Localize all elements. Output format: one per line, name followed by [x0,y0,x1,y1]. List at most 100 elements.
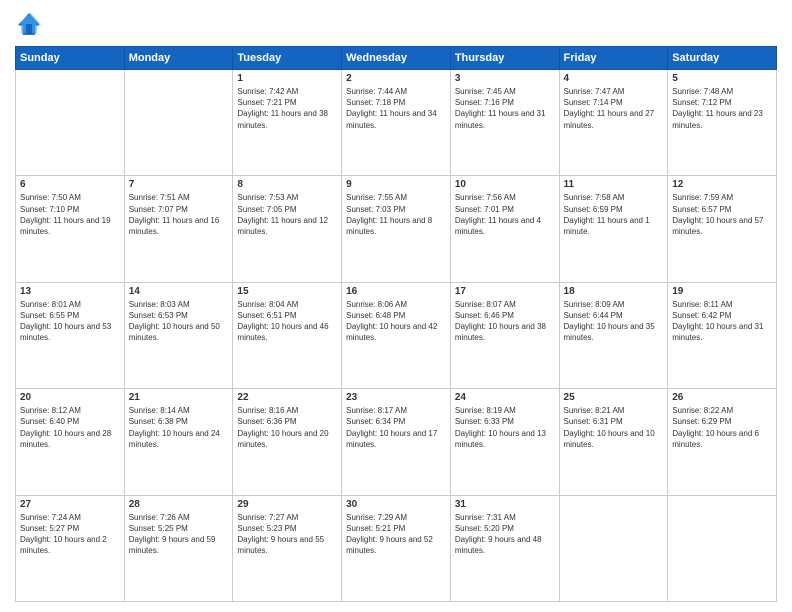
day-info: Sunrise: 7:29 AMSunset: 5:21 PMDaylight:… [346,512,446,557]
day-number: 13 [20,286,120,297]
day-info: Sunrise: 7:48 AMSunset: 7:12 PMDaylight:… [672,86,772,131]
day-number: 18 [564,286,664,297]
day-number: 30 [346,499,446,510]
logo [15,10,47,38]
weekday-header-monday: Monday [124,47,233,70]
day-info: Sunrise: 8:09 AMSunset: 6:44 PMDaylight:… [564,299,664,344]
day-info: Sunrise: 8:11 AMSunset: 6:42 PMDaylight:… [672,299,772,344]
day-info: Sunrise: 7:44 AMSunset: 7:18 PMDaylight:… [346,86,446,131]
day-info: Sunrise: 7:24 AMSunset: 5:27 PMDaylight:… [20,512,120,557]
day-info: Sunrise: 7:42 AMSunset: 7:21 PMDaylight:… [237,86,337,131]
day-cell-13: 13 Sunrise: 8:01 AMSunset: 6:55 PMDayligh… [16,282,125,388]
day-cell-3: 3Sunrise: 7:45 AMSunset: 7:16 PMDaylight… [450,70,559,176]
day-number: 9 [346,179,446,190]
day-number: 1 [237,73,337,84]
day-cell-8: 8 Sunrise: 7:53 AMSunset: 7:05 PMDaylight… [233,176,342,282]
weekday-header-wednesday: Wednesday [342,47,451,70]
day-number: 15 [237,286,337,297]
day-cell-4: 4 Sunrise: 7:47 AMSunset: 7:14 PMDaylight… [559,70,668,176]
day-number: 6 [20,179,120,190]
calendar-table: SundayMondayTuesdayWednesdayThursdayFrid… [15,46,777,602]
weekday-header-thursday: Thursday [450,47,559,70]
day-cell-21: 21Sunrise: 8:14 AMSunset: 6:38 PMDayligh… [124,389,233,495]
day-cell-20: 20Sunrise: 8:12 AMSunset: 6:40 PMDayligh… [16,389,125,495]
empty-cell [668,495,777,601]
day-info: Sunrise: 8:21 AMSunset: 6:31 PMDaylight:… [564,405,664,450]
day-info: Sunrise: 7:51 AMSunset: 7:07 PMDaylight:… [129,192,229,237]
day-number: 14 [129,286,229,297]
day-cell-7: 7Sunrise: 7:51 AMSunset: 7:07 PMDaylight… [124,176,233,282]
header [15,10,777,38]
day-cell-30: 30 Sunrise: 7:29 AMSunset: 5:21 PMDayligh… [342,495,451,601]
day-info: Sunrise: 8:01 AMSunset: 6:55 PMDaylight:… [20,299,120,344]
day-cell-25: 25 Sunrise: 8:21 AMSunset: 6:31 PMDayligh… [559,389,668,495]
day-info: Sunrise: 7:59 AMSunset: 6:57 PMDaylight:… [672,192,772,237]
day-info: Sunrise: 8:14 AMSunset: 6:38 PMDaylight:… [129,405,229,450]
day-cell-2: 2 Sunrise: 7:44 AMSunset: 7:18 PMDaylight… [342,70,451,176]
day-number: 22 [237,392,337,403]
day-info: Sunrise: 8:16 AMSunset: 6:36 PMDaylight:… [237,405,337,450]
week-row-3: 13 Sunrise: 8:01 AMSunset: 6:55 PMDayligh… [16,282,777,388]
day-info: Sunrise: 8:04 AMSunset: 6:51 PMDaylight:… [237,299,337,344]
day-cell-10: 10 Sunrise: 7:56 AMSunset: 7:01 PMDayligh… [450,176,559,282]
day-info: Sunrise: 7:45 AMSunset: 7:16 PMDaylight:… [455,86,555,131]
day-cell-5: 5Sunrise: 7:48 AMSunset: 7:12 PMDaylight… [668,70,777,176]
day-number: 31 [455,499,555,510]
day-cell-29: 29 Sunrise: 7:27 AMSunset: 5:23 PMDayligh… [233,495,342,601]
day-info: Sunrise: 8:12 AMSunset: 6:40 PMDaylight:… [20,405,120,450]
day-number: 4 [564,73,664,84]
week-row-5: 27 Sunrise: 7:24 AMSunset: 5:27 PMDayligh… [16,495,777,601]
day-info: Sunrise: 7:26 AMSunset: 5:25 PMDaylight:… [129,512,229,557]
day-info: Sunrise: 7:31 AMSunset: 5:20 PMDaylight:… [455,512,555,557]
day-info: Sunrise: 8:07 AMSunset: 6:46 PMDaylight:… [455,299,555,344]
day-info: Sunrise: 7:47 AMSunset: 7:14 PMDaylight:… [564,86,664,131]
weekday-header-tuesday: Tuesday [233,47,342,70]
day-cell-27: 27 Sunrise: 7:24 AMSunset: 5:27 PMDayligh… [16,495,125,601]
day-info: Sunrise: 8:06 AMSunset: 6:48 PMDaylight:… [346,299,446,344]
day-info: Sunrise: 7:50 AMSunset: 7:10 PMDaylight:… [20,192,120,237]
day-cell-19: 19 Sunrise: 8:11 AMSunset: 6:42 PMDayligh… [668,282,777,388]
day-info: Sunrise: 8:22 AMSunset: 6:29 PMDaylight:… [672,405,772,450]
day-number: 25 [564,392,664,403]
day-cell-15: 15 Sunrise: 8:04 AMSunset: 6:51 PMDayligh… [233,282,342,388]
day-info: Sunrise: 8:19 AMSunset: 6:33 PMDaylight:… [455,405,555,450]
day-cell-6: 6 Sunrise: 7:50 AMSunset: 7:10 PMDaylight… [16,176,125,282]
day-number: 28 [129,499,229,510]
day-number: 24 [455,392,555,403]
day-number: 17 [455,286,555,297]
page: SundayMondayTuesdayWednesdayThursdayFrid… [0,0,792,612]
day-number: 29 [237,499,337,510]
day-info: Sunrise: 8:17 AMSunset: 6:34 PMDaylight:… [346,405,446,450]
weekday-header-sunday: Sunday [16,47,125,70]
day-cell-12: 12 Sunrise: 7:59 AMSunset: 6:57 PMDayligh… [668,176,777,282]
day-cell-28: 28 Sunrise: 7:26 AMSunset: 5:25 PMDayligh… [124,495,233,601]
day-number: 23 [346,392,446,403]
day-number: 19 [672,286,772,297]
day-info: Sunrise: 7:55 AMSunset: 7:03 PMDaylight:… [346,192,446,237]
day-number: 8 [237,179,337,190]
day-number: 2 [346,73,446,84]
day-info: Sunrise: 8:03 AMSunset: 6:53 PMDaylight:… [129,299,229,344]
day-number: 12 [672,179,772,190]
day-info: Sunrise: 7:56 AMSunset: 7:01 PMDaylight:… [455,192,555,237]
day-info: Sunrise: 7:53 AMSunset: 7:05 PMDaylight:… [237,192,337,237]
day-cell-22: 22 Sunrise: 8:16 AMSunset: 6:36 PMDayligh… [233,389,342,495]
day-cell-24: 24 Sunrise: 8:19 AMSunset: 6:33 PMDayligh… [450,389,559,495]
day-number: 10 [455,179,555,190]
week-row-4: 20Sunrise: 8:12 AMSunset: 6:40 PMDayligh… [16,389,777,495]
week-row-2: 6 Sunrise: 7:50 AMSunset: 7:10 PMDaylight… [16,176,777,282]
day-cell-18: 18 Sunrise: 8:09 AMSunset: 6:44 PMDayligh… [559,282,668,388]
empty-cell [559,495,668,601]
day-info: Sunrise: 7:27 AMSunset: 5:23 PMDaylight:… [237,512,337,557]
day-cell-16: 16Sunrise: 8:06 AMSunset: 6:48 PMDayligh… [342,282,451,388]
day-number: 27 [20,499,120,510]
day-cell-1: 1 Sunrise: 7:42 AMSunset: 7:21 PMDaylight… [233,70,342,176]
day-number: 26 [672,392,772,403]
day-cell-11: 11Sunrise: 7:58 AMSunset: 6:59 PMDayligh… [559,176,668,282]
logo-icon [15,10,43,38]
weekday-header-friday: Friday [559,47,668,70]
day-cell-9: 9 Sunrise: 7:55 AMSunset: 7:03 PMDaylight… [342,176,451,282]
day-number: 11 [564,179,664,190]
empty-cell [124,70,233,176]
weekday-header-saturday: Saturday [668,47,777,70]
